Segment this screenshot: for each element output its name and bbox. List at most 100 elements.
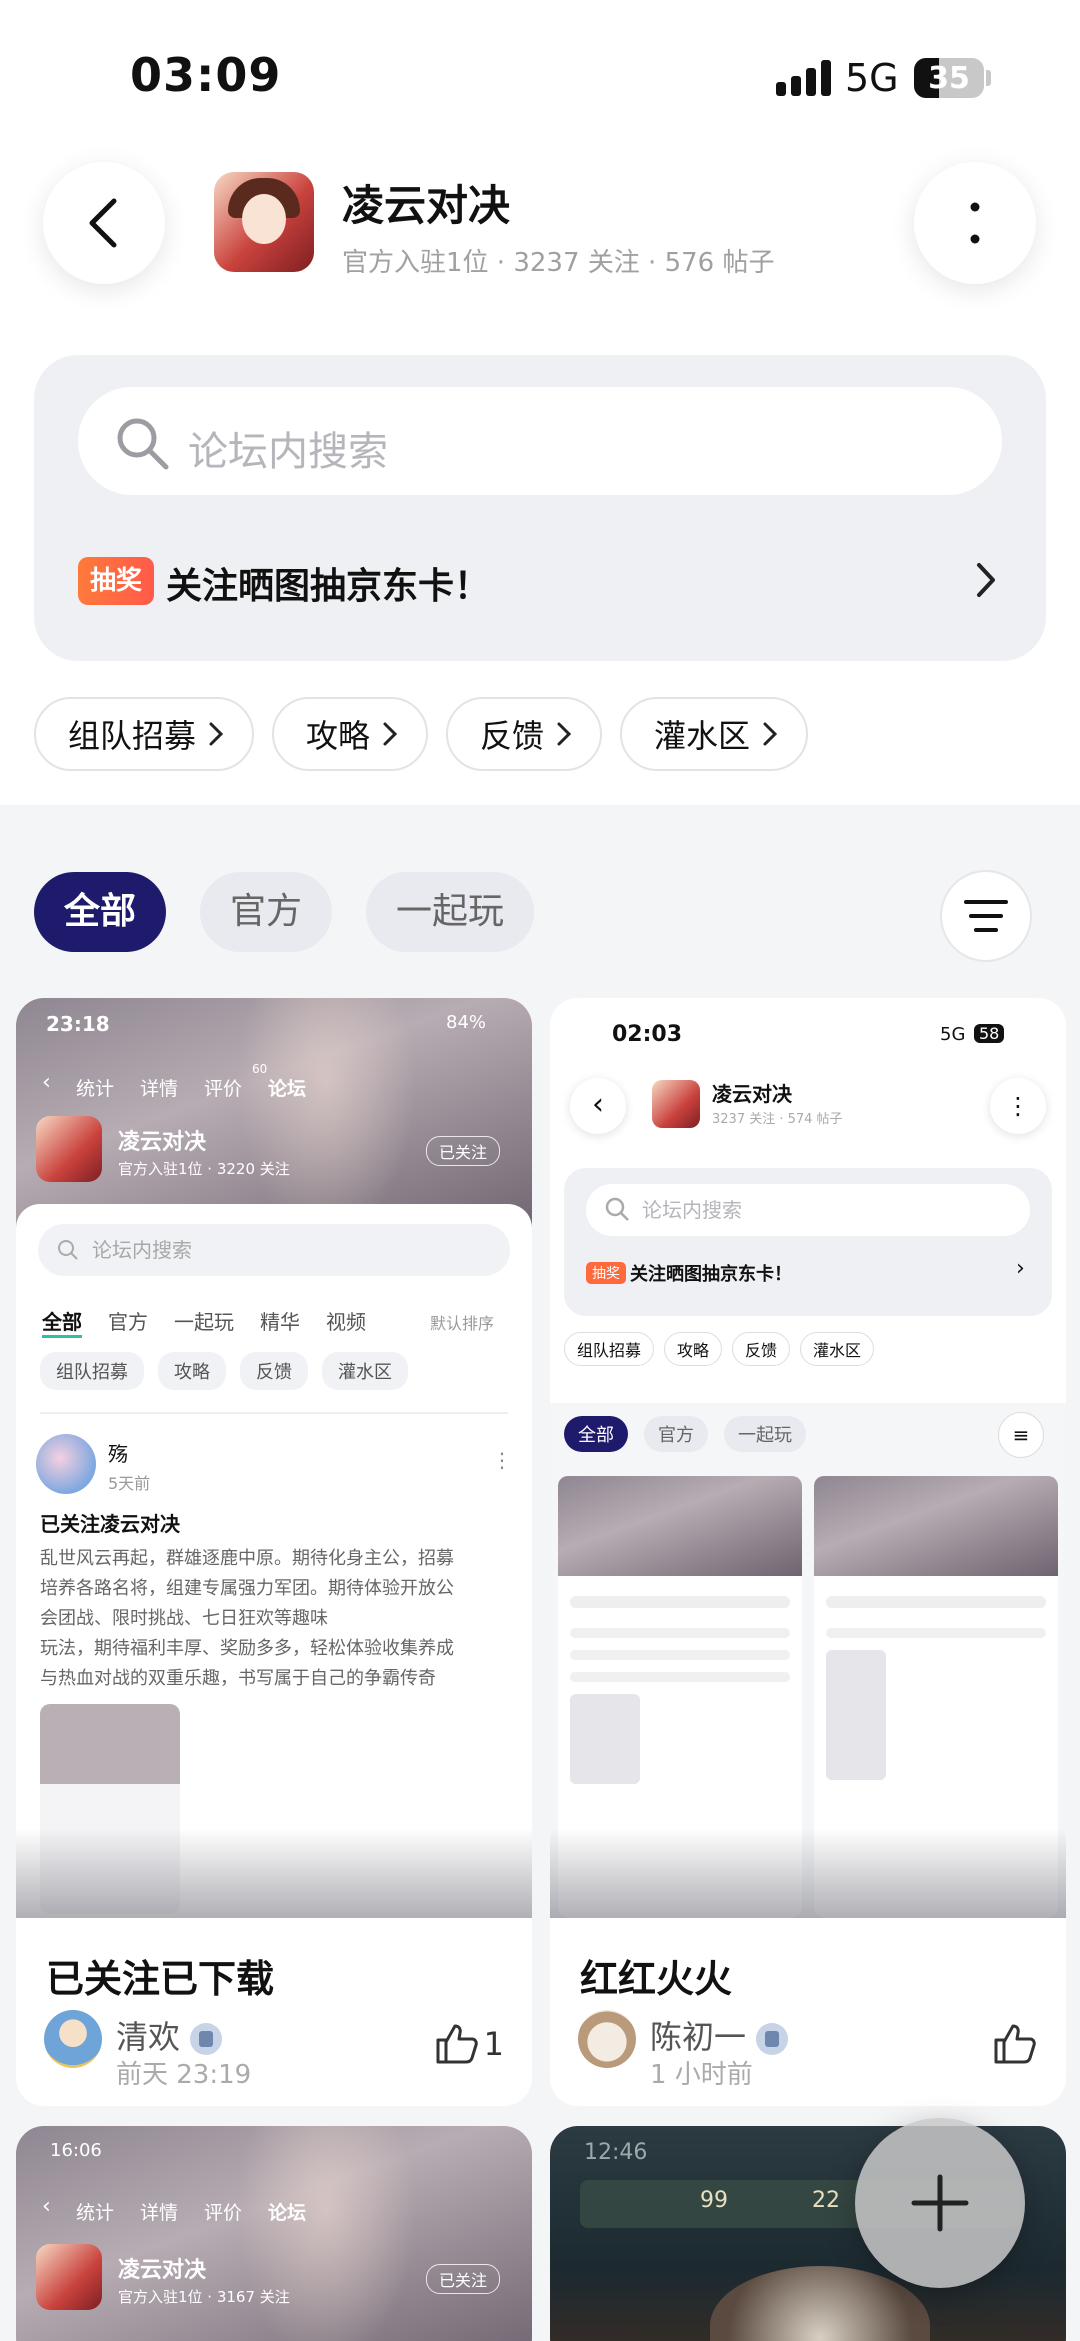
hud-value: 22 [812,2188,840,2213]
promo-text: 关注晒图抽京东卡！ [166,566,491,607]
preview-back-icon: ‹ [42,1070,51,1095]
forum-search-input[interactable]: 论坛内搜索 [78,387,1002,495]
chip-label: 反馈 [480,717,545,755]
status-time: 03:09 [130,48,282,102]
preview-sort: 默认排序 [430,1314,495,1333]
preview-post-body: 乱世风云再起，群雄逐鹿中原。期待化身主公，招募 培养各路名将，组建专属强力军团。… [40,1544,454,1694]
preview-game-name: 凌云对决 [118,2258,207,2283]
post-title: 已关注已下载 [46,1957,275,2001]
chip-label: 组队招募 [68,717,197,755]
like-button[interactable]: 1 [434,2022,504,2066]
preview-chip: 攻略 [664,1332,723,1366]
plus-icon [911,2174,969,2232]
search-icon [605,1197,629,1221]
preview-app-icon [652,1080,700,1128]
preview-nav-item: 统计 [76,2202,115,2224]
create-post-button[interactable] [855,2118,1025,2288]
chevron-right-icon [763,722,778,746]
preview-game-meta: 官方入驻1位 · 3167 关注 [118,2288,290,2306]
preview-chips: 组队招募 攻略 反馈 灌水区 [564,1332,875,1366]
preview-body-line: 玩法，期待福利丰厚、奖励多多，轻松体验收集养成 [40,1638,454,1659]
preview-battery: 84% [446,1012,487,1033]
menu-lines-icon: ≡ [998,1412,1044,1458]
search-placeholder: 论坛内搜索 [188,429,388,475]
post-card[interactable]: 16:06 ‹ 统计 详情 评价 论坛 凌云对决 官方入驻1位 · 3167 关… [16,2126,532,2341]
preview-body-line: 与热血对战的双重乐趣，书写属于自己的争霸传奇 [40,1668,436,1689]
post-time: 前天 23:19 [116,2060,252,2090]
section-chip-feedback[interactable]: 反馈 [446,697,603,771]
preview-nav: 统计 详情 评价 论坛 [76,1074,306,1101]
lottery-badge: 抽奖 [78,557,155,605]
post-thumbnail[interactable]: 02:03 5G 58 ‹ 凌云对决 3237 关注 · 574 帖子 ⋮ 论坛… [550,998,1066,1918]
preview-chip: 灌水区 [800,1332,875,1366]
preview-tab: 一起玩 [174,1310,234,1334]
network-type: 5G [845,56,899,100]
author-row[interactable]: 陈初一 [650,2012,789,2058]
author-avatar[interactable] [578,2010,636,2068]
post-card[interactable]: 02:03 5G 58 ‹ 凌云对决 3237 关注 · 574 帖子 ⋮ 论坛… [550,998,1066,2106]
search-card: 论坛内搜索 抽奖 关注晒图抽京东卡！ [34,355,1046,661]
section-chip-team[interactable]: 组队招募 [34,697,255,771]
thumbs-up-icon [436,2024,478,2064]
preview-app-icon [36,1116,102,1182]
battery-tip [986,70,991,86]
tab-official[interactable]: 官方 [200,872,333,952]
hud-value: 99 [700,2188,728,2213]
section-chips: 组队招募 攻略 反馈 灌水区 [34,697,809,771]
cellular-signal-icon [776,60,831,96]
preview-search-card: 论坛内搜索 抽奖 关注晒图抽京东卡！ › [564,1168,1052,1316]
sort-filter-button[interactable] [940,870,1032,962]
preview-promo: 关注晒图抽京东卡！ [630,1264,792,1285]
preview-back-icon: ‹ [42,2194,51,2219]
preview-tab: 视频 [326,1310,366,1334]
user-badge-icon [190,2023,223,2055]
author-avatar[interactable] [44,2010,102,2068]
preview-search: 论坛内搜索 [38,1224,510,1276]
back-button[interactable] [43,162,165,284]
preview-tab: 全部 [42,1306,82,1338]
preview-tab: 精华 [260,1310,300,1334]
forum-title: 凌云对决 [342,181,511,230]
more-vertical-icon [970,202,980,244]
preview-follow-button: 已关注 [426,2264,501,2294]
like-button[interactable] [992,2022,1038,2066]
section-chip-guide[interactable]: 攻略 [272,697,429,771]
more-vertical-icon: ⋮ [990,1078,1046,1134]
menu-lines-icon [964,900,1008,932]
preview-game-meta: 官方入驻1位 · 3220 关注 [118,1160,290,1178]
preview-network: 5G [940,1024,966,1045]
preview-tab: 一起玩 [724,1416,806,1452]
tab-play-together[interactable]: 一起玩 [366,872,535,952]
preview-tag: 攻略 [158,1352,226,1390]
thumbnail-body: 论坛内搜索 全部 官方 一起玩 精华 视频 默认排序 组队招募 攻略 反馈 灌水区 殇… [16,1204,532,1918]
preview-game-meta: 3237 关注 · 574 帖子 [712,1112,843,1127]
preview-avatar [36,1434,96,1494]
search-icon [117,418,169,470]
post-card[interactable]: 23:18 84% ‹ 统计 详情 评价 论坛 60 凌云对决 官方入驻1位 ·… [16,998,532,2106]
preview-nav-item: 论坛 [268,2202,307,2224]
preview-tag: 反馈 [240,1352,308,1390]
preview-chip: 组队招募 [564,1332,655,1366]
chip-label: 灌水区 [654,717,751,755]
author-row[interactable]: 清欢 [116,2012,223,2058]
section-chip-chat[interactable]: 灌水区 [620,697,809,771]
promo-banner[interactable]: 抽奖 关注晒图抽京东卡！ [78,551,1002,611]
chevron-right-icon: › [1016,1256,1025,1281]
tab-all[interactable]: 全部 [34,872,167,952]
user-badge-icon [756,2023,789,2055]
post-thumbnail[interactable]: 23:18 84% ‹ 统计 详情 评价 论坛 60 凌云对决 官方入驻1位 ·… [16,998,532,1918]
game-app-icon[interactable] [214,172,314,272]
chevron-right-icon [977,563,995,597]
forum-header-area: 03:09 5G 35 凌云对决 官方入驻1位 · 3237 关注 · 576 … [0,0,1080,805]
chevron-left-icon [89,198,117,248]
thumbnail-hero: 23:18 84% ‹ 统计 详情 评价 论坛 60 凌云对决 官方入驻1位 ·… [16,998,532,1238]
post-thumbnail[interactable]: 16:06 ‹ 统计 详情 评价 论坛 凌云对决 官方入驻1位 · 3167 关… [16,2126,532,2341]
preview-follow-button: 已关注 [426,1136,501,1166]
preview-nav-item: 统计 [76,1078,115,1100]
like-count: 1 [483,2025,504,2063]
more-options-button[interactable] [914,162,1036,284]
battery-icon: 35 [914,58,984,98]
preview-tags: 组队招募 攻略 反馈 灌水区 [40,1352,422,1390]
preview-status-time: 12:46 [584,2140,648,2165]
more-vertical-icon: ⋮ [492,1448,512,1472]
